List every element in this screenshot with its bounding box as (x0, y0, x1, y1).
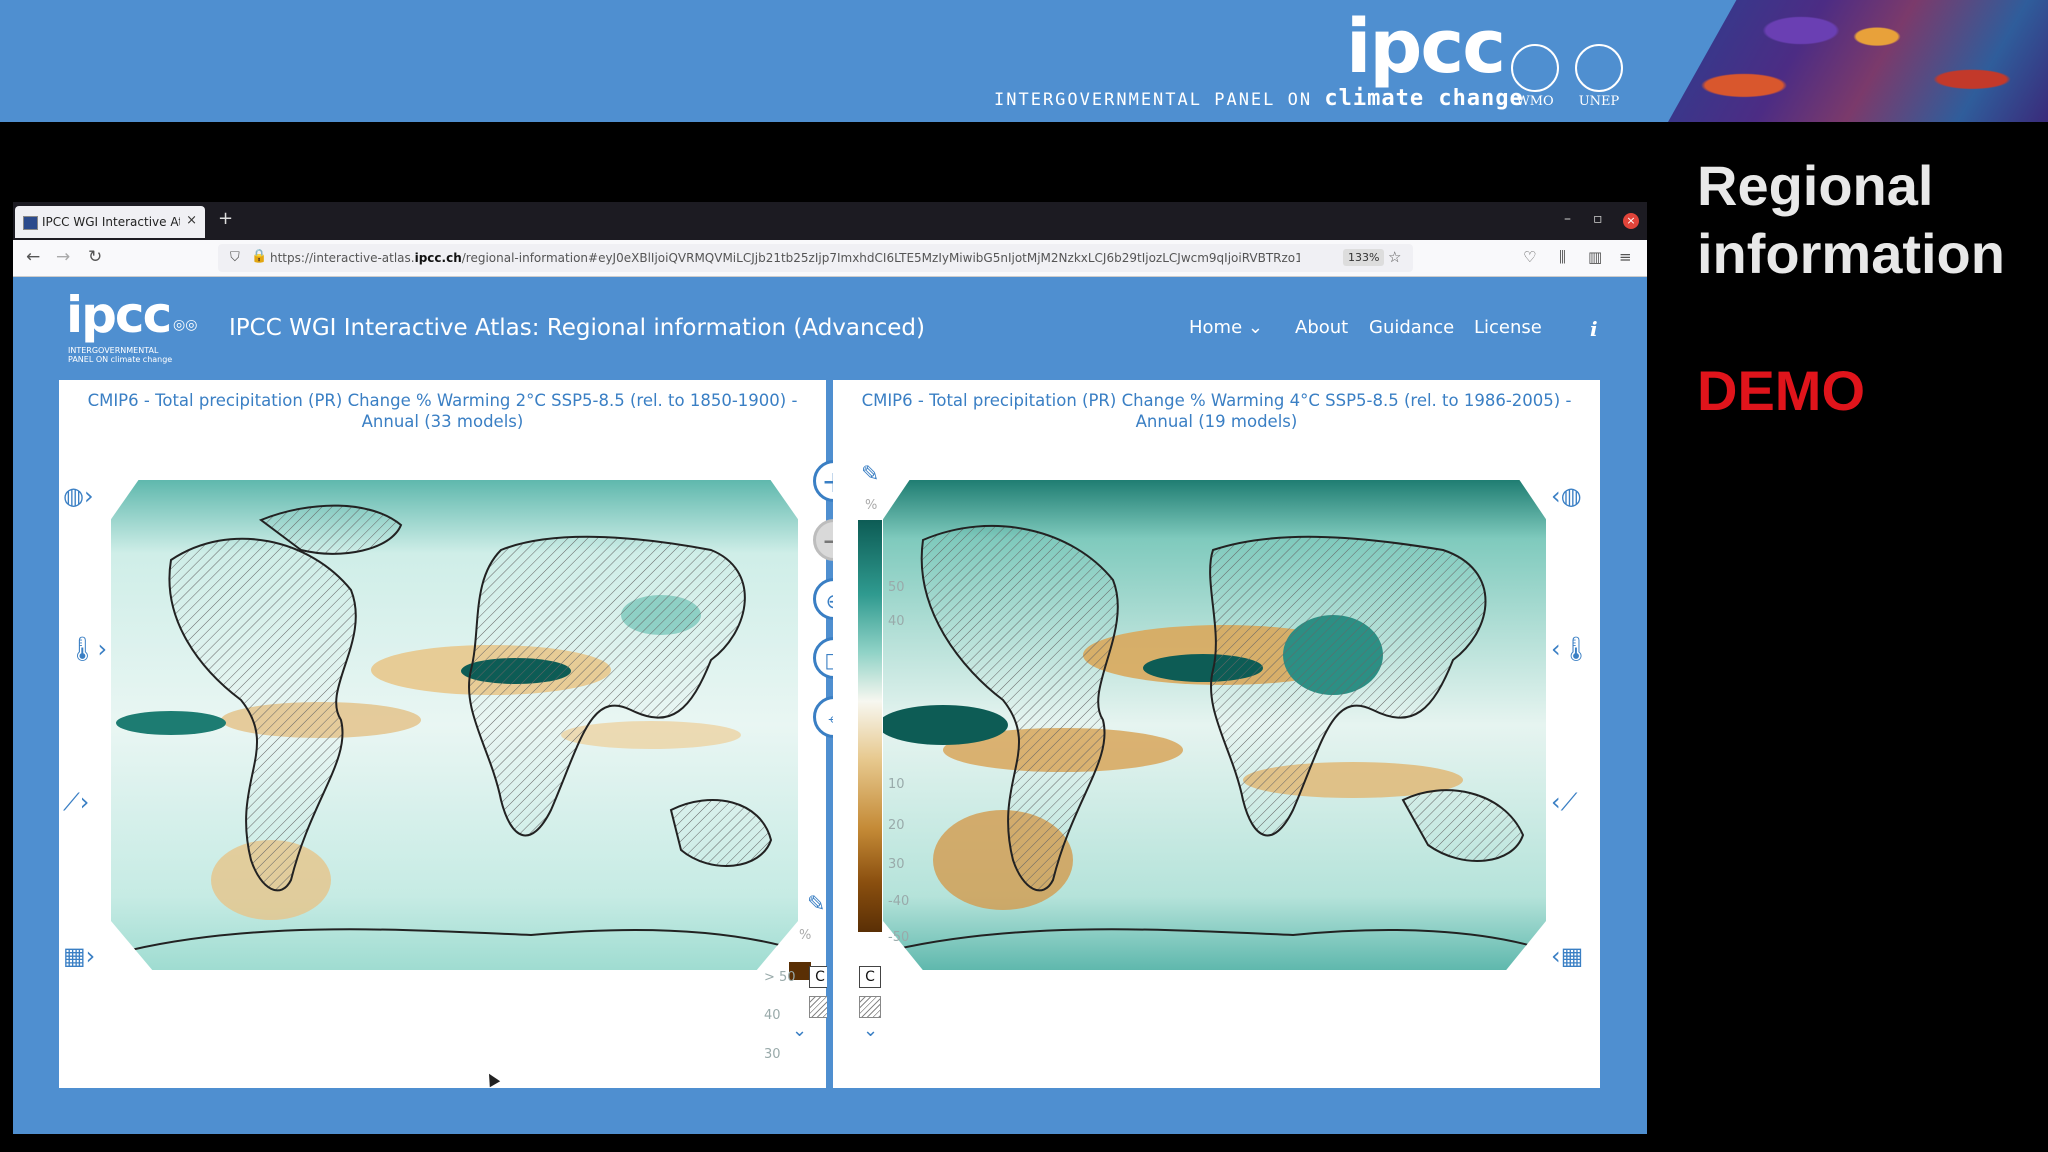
app-logo[interactable]: ipcc (66, 286, 172, 344)
nav-license[interactable]: License (1474, 317, 1542, 338)
bookmark-star-icon[interactable]: ☆ (1388, 248, 1401, 266)
forward-icon[interactable]: → (56, 247, 70, 267)
chart-icon[interactable]: ‹⟋ (1551, 788, 1577, 816)
legend-label: > 50 (764, 970, 796, 985)
address-bar[interactable]: ⛉ 🔒 https://interactive-atlas.ipcc.ch/re… (218, 244, 1413, 272)
legend-label: 40 (764, 1008, 781, 1023)
edit-icon[interactable]: ✎ (861, 462, 879, 487)
thermometer-icon[interactable]: 🌡› (67, 635, 107, 663)
library-icon[interactable]: ⫼ (1559, 248, 1566, 266)
chevron-down-icon: ⌄ (1247, 317, 1263, 338)
unep-logo: UNEP (1572, 44, 1626, 109)
calendar-icon[interactable]: ▦› (63, 942, 95, 970)
legend-label: 10 (888, 777, 905, 792)
globe-icon[interactable]: ‹◍ (1551, 482, 1582, 510)
shield-icon[interactable]: ⛉ (230, 250, 240, 265)
right-panel-title: CMIP6 - Total precipitation (PR) Change … (861, 391, 1572, 431)
menu-icon[interactable]: ≡ (1619, 248, 1632, 266)
new-tab-button[interactable]: + (218, 208, 233, 229)
legend-label: -40 (888, 894, 910, 909)
lock-icon[interactable]: 🔒 (251, 249, 267, 264)
right-map-panel: CMIP6 - Total precipitation (PR) Change … (833, 380, 1600, 1088)
legend-label: 40 (888, 614, 905, 629)
wmo-logo: WMO (1508, 44, 1562, 109)
org-logos-icon: ◎◎ (173, 317, 198, 333)
legend-unit: % (865, 498, 878, 513)
left-precipitation-map[interactable] (111, 480, 798, 970)
chevron-down-icon[interactable]: ⌄ (863, 1020, 878, 1041)
chart-icon[interactable]: ⟋› (63, 788, 89, 816)
browser-tabbar: IPCC WGI Interactive Atlas × + – ▫ × (13, 202, 1647, 240)
browser-window: IPCC WGI Interactive Atlas × + – ▫ × ← →… (13, 202, 1647, 1134)
legend-label: 30 (764, 1047, 781, 1062)
left-map-panel: CMIP6 - Total precipitation (PR) Change … (59, 380, 831, 1088)
left-panel-title: CMIP6 - Total precipitation (PR) Change … (87, 391, 798, 431)
restore-icon[interactable]: ▫ (1593, 211, 1603, 227)
slide-demo-tag: DEMO (1697, 359, 1865, 422)
legend-label: 20 (888, 818, 905, 833)
contour-toggle-button[interactable]: C (859, 966, 881, 988)
edit-icon[interactable]: ✎ (807, 892, 825, 917)
legend-unit: % (799, 928, 812, 943)
tab-title: IPCC WGI Interactive Atlas (42, 215, 180, 229)
globe-icon[interactable]: ◍› (63, 482, 94, 510)
legend-label: 30 (888, 857, 905, 872)
pocket-icon[interactable]: ♡ (1523, 248, 1536, 266)
legend-label: 50 (888, 580, 905, 595)
browser-tab[interactable]: IPCC WGI Interactive Atlas × (15, 206, 205, 238)
color-scale-bar (858, 520, 882, 932)
banner-artwork (1668, 0, 2048, 122)
ipcc-banner: ipcc INTERGOVERNMENTAL PANEL ON climate … (0, 0, 2048, 122)
nav-home[interactable]: Home ⌄ (1189, 317, 1263, 338)
nav-about[interactable]: About (1295, 317, 1348, 338)
nav-guidance[interactable]: Guidance (1369, 317, 1454, 338)
favicon-icon (23, 216, 38, 230)
info-icon[interactable]: i (1590, 317, 1598, 341)
reload-icon[interactable]: ↻ (88, 247, 102, 267)
window-close-icon[interactable]: × (1623, 213, 1639, 229)
slide-title: Regional information (1697, 154, 2005, 285)
legend-label: -50 (888, 930, 910, 945)
tab-close-icon[interactable]: × (186, 213, 197, 228)
right-precipitation-map[interactable] (883, 480, 1546, 970)
ipcc-logo-subtitle: INTERGOVERNMENTAL PANEL ON climate chang… (994, 86, 1524, 111)
calendar-icon[interactable]: ‹▦ (1551, 942, 1583, 970)
chevron-down-icon[interactable]: ⌄ (792, 1020, 807, 1041)
thermometer-icon[interactable]: ‹🌡 (1551, 635, 1591, 663)
hatching-toggle-button[interactable] (859, 996, 881, 1018)
zoom-level[interactable]: 133% (1343, 249, 1385, 266)
minimize-icon[interactable]: – (1564, 211, 1571, 227)
app-logo-subtitle: INTERGOVERNMENTAL PANEL ON climate chang… (68, 346, 173, 364)
app-title: IPCC WGI Interactive Atlas: Regional inf… (229, 315, 925, 341)
browser-navbar: ← → ↻ ⛉ 🔒 https://interactive-atlas.ipcc… (13, 240, 1647, 277)
sidebar-icon[interactable]: ▥ (1588, 248, 1602, 266)
ipcc-logo-word: ipcc (1346, 4, 1506, 90)
url-text[interactable]: https://interactive-atlas.ipcc.ch/region… (270, 251, 1300, 265)
back-icon[interactable]: ← (26, 247, 40, 267)
